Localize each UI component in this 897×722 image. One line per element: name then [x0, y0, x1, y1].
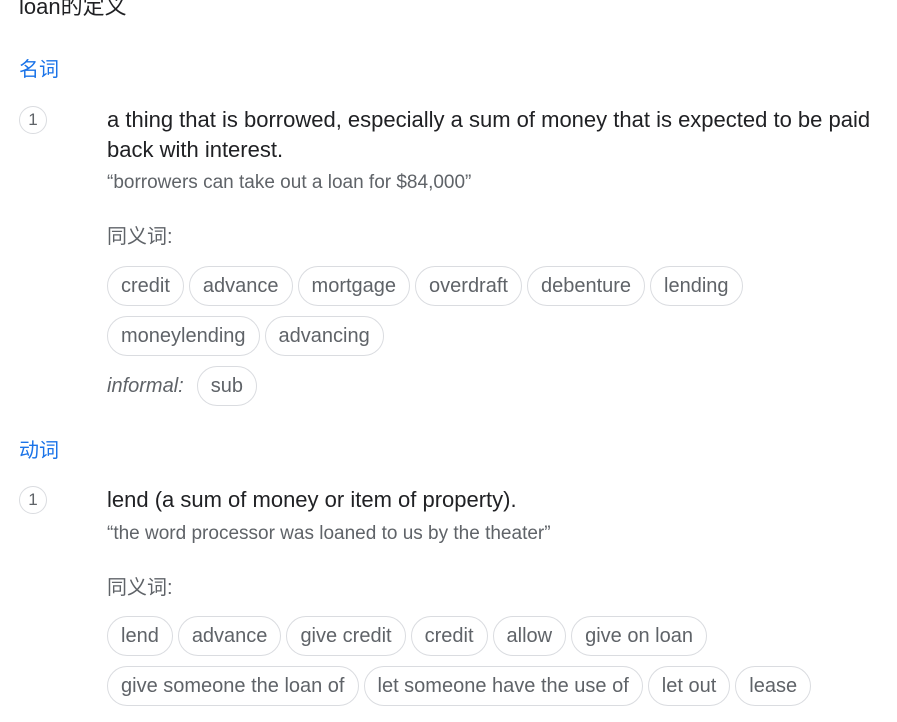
part-of-speech-verb: 动词 [19, 440, 59, 462]
synonym-chip[interactable]: advancing [264, 316, 384, 356]
synonym-chip[interactable]: allow [492, 616, 567, 656]
synonym-chip[interactable]: credit [107, 266, 184, 306]
example-sentence: “borrowers can take out a loan for $84,0… [107, 172, 472, 193]
synonym-chip[interactable]: give credit [286, 616, 406, 656]
synonym-chip[interactable]: give someone the loan of [107, 666, 359, 706]
synonym-chip[interactable]: overdraft [415, 266, 522, 306]
synonym-chip[interactable]: advance [188, 266, 293, 306]
definition-text: lend (a sum of money or item of property… [107, 487, 517, 512]
sense-number: 1 [19, 106, 47, 134]
synonym-chip[interactable]: give on loan [571, 616, 707, 656]
part-of-speech-noun: 名词 [19, 59, 59, 81]
synonym-chip[interactable]: sub [196, 366, 257, 406]
synonym-chip[interactable]: debenture [526, 266, 646, 306]
synonyms-label: 同义词: [107, 577, 173, 599]
synonym-chip[interactable]: advance [177, 616, 282, 656]
synonyms-label: 同义词: [107, 226, 173, 248]
synonym-chip[interactable]: mortgage [297, 266, 411, 306]
informal-synonym-list: informal: sub [107, 366, 887, 406]
dictionary-card: loan的定义 名词 1 a thing that is borrowed, e… [0, 0, 897, 722]
sense-number: 1 [19, 486, 47, 514]
synonym-chip[interactable]: let someone have the use of [363, 666, 643, 706]
informal-label: informal: [107, 375, 184, 397]
synonym-chip[interactable]: moneylending [107, 316, 260, 356]
page-title: loan的定义 [19, 0, 127, 19]
synonym-chip[interactable]: lease [735, 666, 812, 706]
synonym-chip-list: lend advance give credit credit allow gi… [107, 616, 887, 706]
synonym-chip[interactable]: lending [650, 266, 743, 306]
synonym-chip[interactable]: credit [410, 616, 488, 656]
synonym-chip[interactable]: let out [647, 666, 731, 706]
example-sentence: “the word processor was loaned to us by … [107, 523, 551, 544]
synonym-chip-list: credit advance mortgage overdraft debent… [107, 266, 887, 356]
definition-text: a thing that is borrowed, especially a s… [107, 107, 871, 162]
synonym-chip[interactable]: lend [107, 616, 173, 656]
